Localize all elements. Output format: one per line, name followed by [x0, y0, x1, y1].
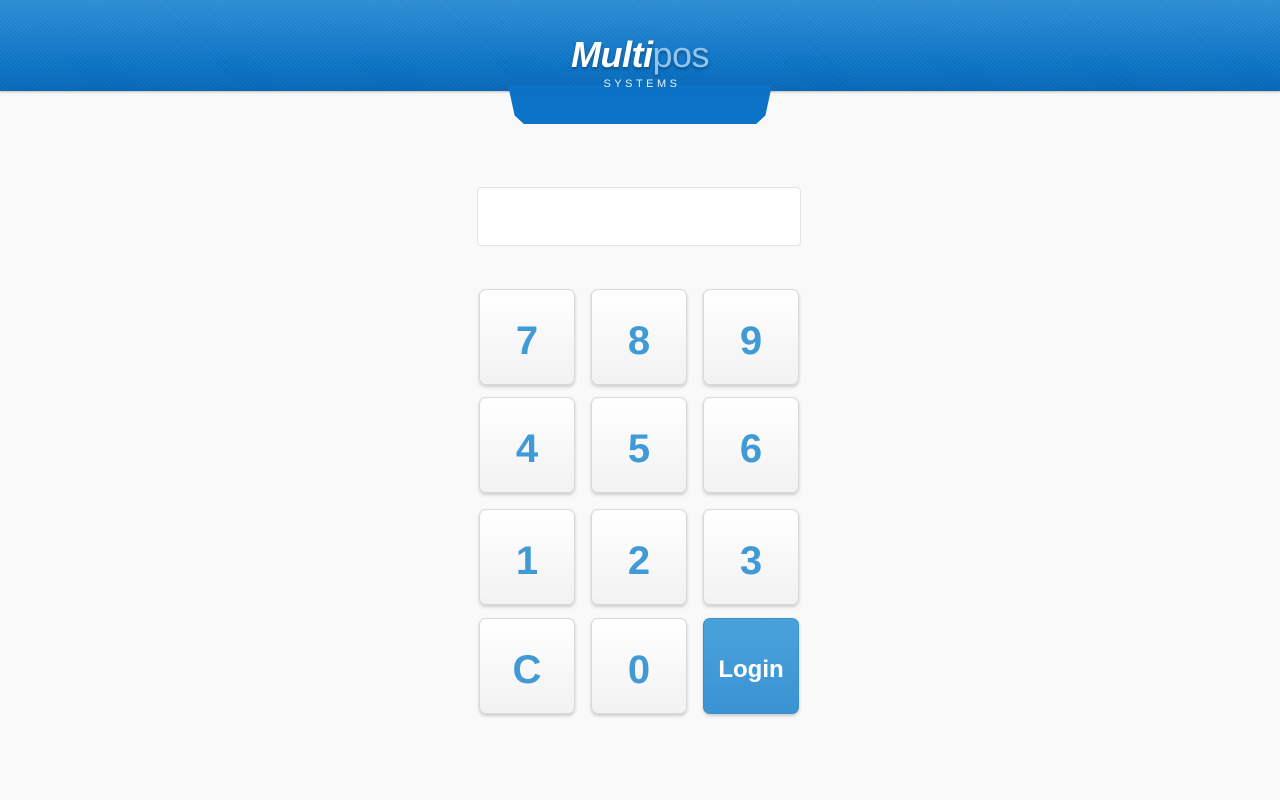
key-2[interactable]: 2 [591, 509, 687, 605]
key-0[interactable]: 0 [591, 618, 687, 714]
logo-bold-text: Multi [570, 34, 653, 75]
login-button[interactable]: Login [703, 618, 799, 714]
key-9[interactable]: 9 [703, 289, 799, 385]
key-6[interactable]: 6 [703, 397, 799, 493]
multipos-logo: Multipos SYSTEMS [540, 34, 740, 90]
logo-wordmark: Multipos [570, 34, 710, 75]
logo-light-text: pos [652, 34, 710, 75]
clear-button[interactable]: C [479, 618, 575, 714]
pin-input[interactable] [477, 187, 801, 246]
key-8[interactable]: 8 [591, 289, 687, 385]
key-1[interactable]: 1 [479, 509, 575, 605]
logo-subtitle: SYSTEMS [603, 78, 681, 90]
key-4[interactable]: 4 [479, 397, 575, 493]
key-5[interactable]: 5 [591, 397, 687, 493]
logo-tab [508, 85, 772, 124]
key-7[interactable]: 7 [479, 289, 575, 385]
key-3[interactable]: 3 [703, 509, 799, 605]
